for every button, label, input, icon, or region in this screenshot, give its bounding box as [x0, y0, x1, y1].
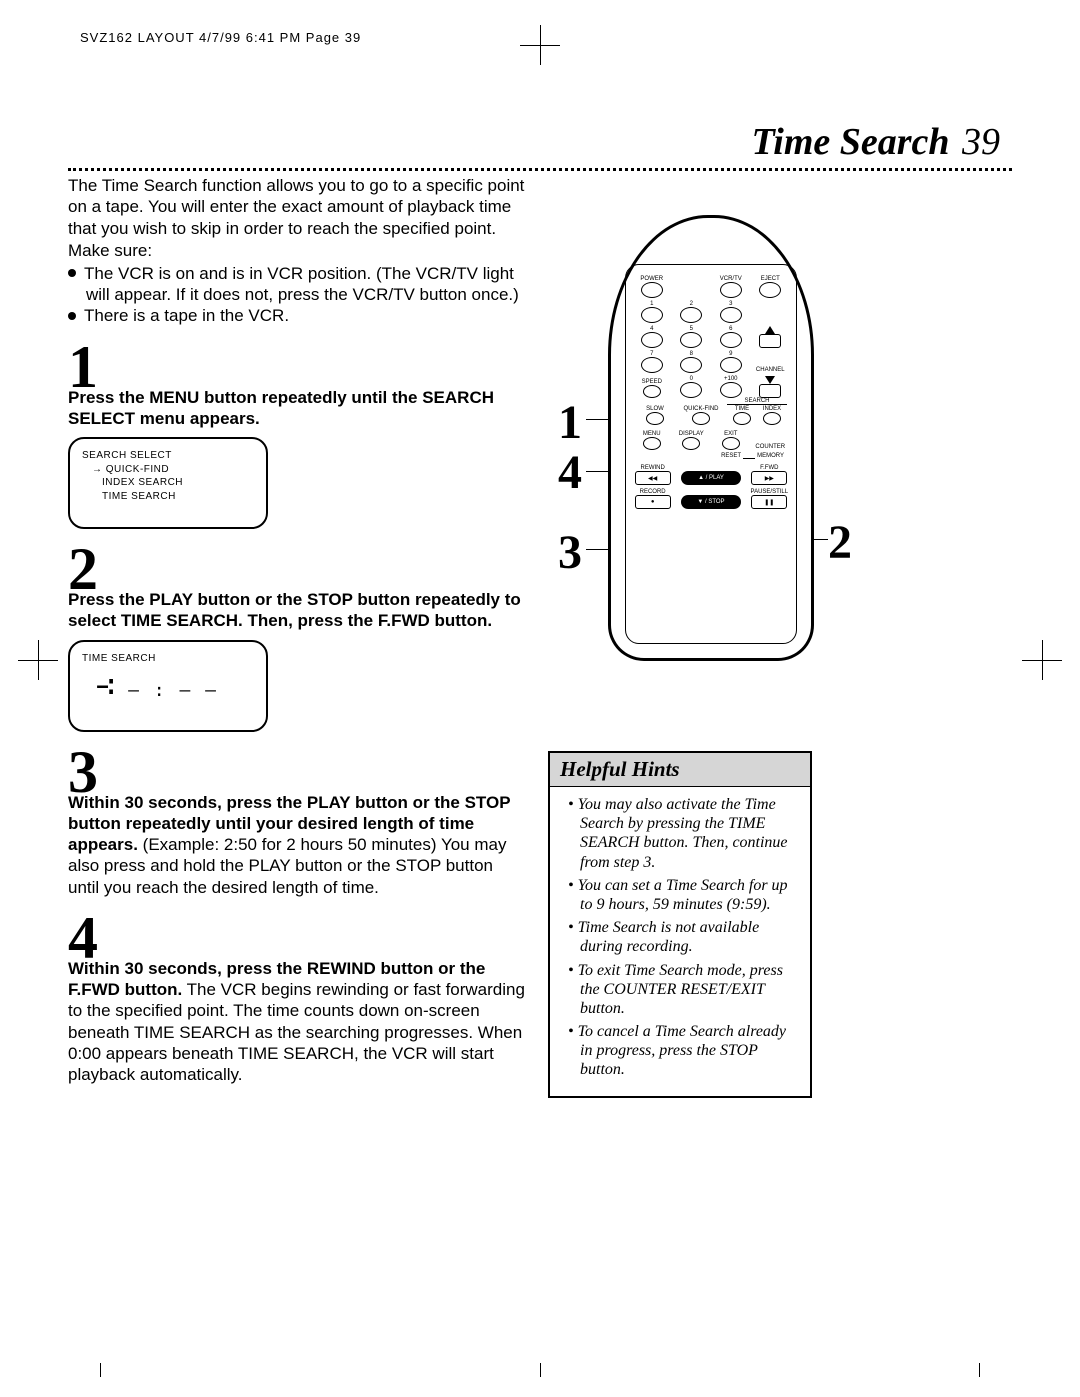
crop-mark-top — [520, 25, 560, 65]
display-button[interactable] — [682, 437, 700, 450]
hint-item: • To cancel a Time Search already in pro… — [568, 1022, 798, 1080]
num-4-button[interactable] — [641, 332, 663, 348]
callout-2: 2 — [828, 515, 852, 570]
stop-button[interactable]: ▼ / STOP — [681, 495, 741, 509]
hint-item: • To exit Time Search mode, press the CO… — [568, 961, 798, 1019]
osd-screen-search-select: SEARCH SELECT → QUICK-FIND INDEX SEARCH … — [68, 437, 268, 529]
menu-button[interactable] — [643, 437, 661, 450]
time-button[interactable] — [733, 412, 751, 425]
index-button[interactable] — [763, 412, 781, 425]
step-2-text: Press the PLAY button or the STOP button… — [68, 589, 528, 632]
hint-text: To cancel a Time Search already in progr… — [578, 1023, 786, 1078]
step-4-text: Within 30 seconds, press the REWIND butt… — [68, 958, 528, 1086]
callout-3: 3 — [558, 525, 582, 580]
speed-button[interactable] — [643, 385, 661, 398]
num-5-button[interactable] — [680, 332, 702, 348]
bullet-text: The VCR is on and is in VCR position. (T… — [84, 264, 519, 304]
bullet-item: There is a tape in the VCR. — [68, 305, 528, 326]
crop-mark-right — [1022, 640, 1062, 680]
step-1-text: Press the MENU button repeatedly until t… — [68, 387, 528, 430]
hint-item: • You can set a Time Search for up to 9 … — [568, 876, 798, 914]
num-0-button[interactable] — [680, 382, 702, 398]
step-bold: Press the PLAY button or the STOP button… — [68, 590, 521, 630]
callout-1: 1 — [558, 395, 582, 450]
hint-item: • You may also activate the Time Search … — [568, 795, 798, 872]
num-8-button[interactable] — [680, 357, 702, 373]
hint-text: Time Search is not available during reco… — [578, 919, 760, 955]
doc-header-meta: SVZ162 LAYOUT 4/7/99 6:41 PM Page 39 — [80, 30, 361, 45]
pause-button[interactable]: ❚❚ — [751, 495, 787, 509]
osd-screen-time-search: TIME SEARCH ∹ — : — — — [68, 640, 268, 732]
num-3-button[interactable] — [720, 307, 742, 323]
osd-blink-timer: ∹ — : — — — [96, 667, 218, 708]
osd-title: TIME SEARCH — [82, 652, 254, 666]
osd-title: SEARCH SELECT — [82, 449, 254, 463]
crop-mark-left — [18, 640, 58, 680]
channel-down-button[interactable] — [759, 384, 781, 398]
remote-label-reset: RESET — [721, 453, 741, 459]
osd-row: INDEX SEARCH — [82, 476, 254, 490]
channel-down-icon — [765, 376, 775, 384]
bullet-icon — [68, 269, 76, 277]
bullet-text: There is a tape in the VCR. — [84, 306, 289, 325]
num-9-button[interactable] — [720, 357, 742, 373]
channel-up-icon — [765, 326, 775, 334]
quickfind-button[interactable] — [692, 412, 710, 425]
osd-row: QUICK-FIND — [106, 464, 169, 475]
rewind-button[interactable]: ◀◀ — [635, 471, 671, 485]
intro-paragraph: The Time Search function allows you to g… — [68, 175, 528, 239]
instructions-column: The Time Search function allows you to g… — [68, 175, 548, 1098]
num-2-button[interactable] — [680, 307, 702, 323]
channel-up-button[interactable] — [759, 334, 781, 348]
crop-marks-bottom — [0, 1357, 1080, 1377]
ffwd-button[interactable]: ▶▶ — [751, 471, 787, 485]
osd-arrow: → — [92, 464, 103, 475]
power-button[interactable] — [641, 282, 663, 298]
play-button[interactable]: ▲ / PLAY — [681, 471, 741, 485]
remote-label-counter: COUNTER — [755, 444, 785, 450]
bullet-item: The VCR is on and is in VCR position. (T… — [68, 263, 528, 306]
step-3-text: Within 30 seconds, press the PLAY button… — [68, 792, 528, 898]
step-bold: Press the MENU button repeatedly until t… — [68, 388, 494, 428]
helpful-hints-box: Helpful Hints • You may also activate th… — [548, 751, 812, 1098]
osd-row: TIME SEARCH — [82, 490, 254, 504]
hint-item: • Time Search is not available during re… — [568, 918, 798, 956]
page-number: 39 — [962, 121, 1000, 163]
bullet-icon — [68, 312, 76, 320]
callout-4: 4 — [558, 445, 582, 500]
remote-label-search: SEARCH — [742, 398, 771, 404]
hint-text: You may also activate the Time Search by… — [578, 796, 788, 871]
hint-text: You can set a Time Search for up to 9 ho… — [578, 877, 788, 913]
remote-label-channel: CHANNEL — [756, 367, 785, 373]
num-6-button[interactable] — [720, 332, 742, 348]
page-title: Time Search — [751, 121, 949, 163]
exit-button[interactable] — [722, 437, 740, 450]
record-button[interactable]: ● — [635, 495, 671, 509]
hint-text: To exit Time Search mode, press the COUN… — [578, 962, 783, 1017]
remote-label-memory: MEMORY — [757, 453, 784, 459]
page-title-row: Time Search 39 — [68, 120, 1012, 171]
vcrtv-button[interactable] — [720, 282, 742, 298]
make-sure-label: Make sure: — [68, 241, 528, 261]
plus100-button[interactable] — [720, 382, 742, 398]
remote-diagram: 1 4 3 2 POWER VCR/TV EJECT — [608, 215, 868, 661]
num-7-button[interactable] — [641, 357, 663, 373]
hints-title: Helpful Hints — [550, 753, 810, 787]
eject-button[interactable] — [759, 282, 781, 298]
num-1-button[interactable] — [641, 307, 663, 323]
slow-button[interactable] — [646, 412, 664, 425]
